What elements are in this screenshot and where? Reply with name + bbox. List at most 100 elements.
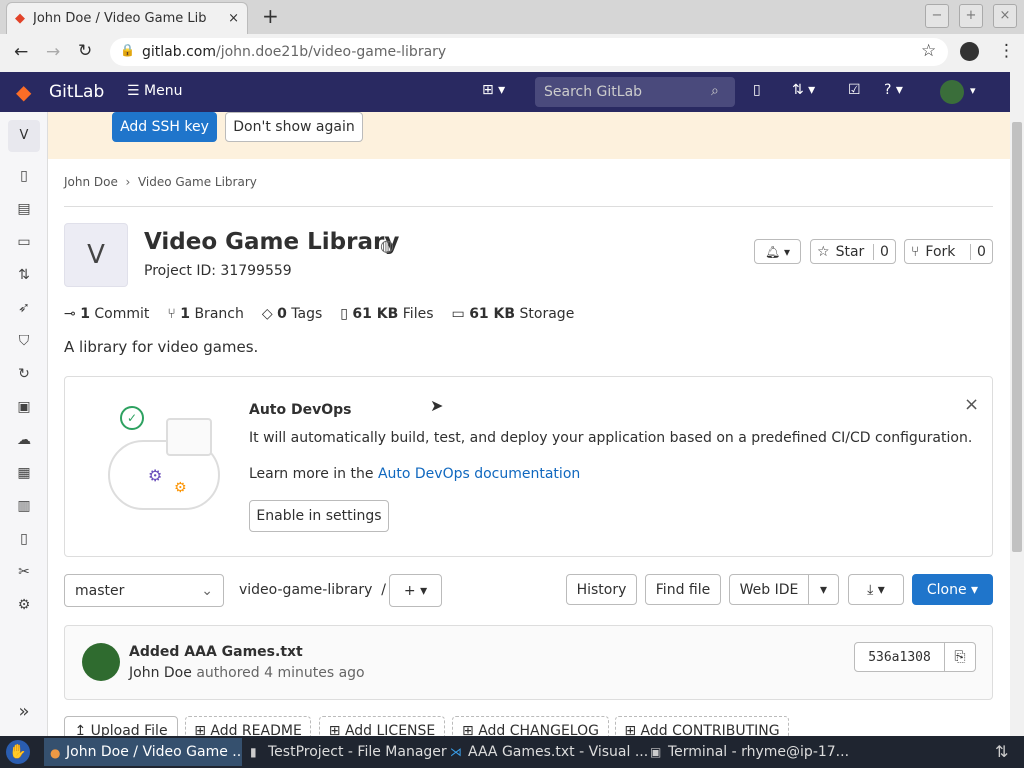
page-scrollbar[interactable] <box>1010 72 1024 736</box>
repo-path: video-game-library / <box>239 582 386 598</box>
infrastructure-icon[interactable]: ☁ <box>14 430 34 450</box>
start-menu-icon[interactable]: ✋ <box>6 740 30 764</box>
help-icon[interactable]: ? ▾ <box>884 82 903 98</box>
download-dropdown[interactable]: ⤓ ▾ <box>848 574 904 605</box>
scrollbar-thumb[interactable] <box>1012 122 1022 552</box>
merge-requests-icon[interactable]: ⇅ ▾ <box>792 82 815 98</box>
snippets-icon[interactable]: ✂ <box>14 562 34 582</box>
create-new-icon[interactable]: ⊞ ▾ <box>482 82 505 98</box>
user-avatar[interactable] <box>940 80 964 104</box>
gitlab-favicon-icon: ◆ <box>15 11 25 26</box>
deployments-icon[interactable]: ↻ <box>14 364 34 384</box>
commit-meta: John Doe authored 4 minutes ago <box>129 665 365 681</box>
devops-title: Auto DevOps <box>249 402 352 418</box>
branch-selector[interactable]: master ⌄ <box>64 574 224 607</box>
packages-icon[interactable]: ▦ <box>14 463 34 483</box>
project-description: A library for video games. <box>64 338 259 356</box>
ci-cd-icon[interactable]: ➶ <box>14 298 34 318</box>
analytics-icon[interactable]: ▥ <box>14 496 34 516</box>
fork-icon: ⑂ <box>911 243 920 260</box>
add-file-dropdown[interactable]: + ▾ <box>389 574 442 607</box>
clone-button[interactable]: Clone ▾ <box>912 574 993 605</box>
star-count[interactable]: 0 <box>873 243 895 260</box>
menu-button[interactable]: ☰ Menu <box>127 83 182 99</box>
commit-author[interactable]: John Doe <box>129 665 192 681</box>
security-icon[interactable]: ⛉ <box>14 331 34 351</box>
fork-count[interactable]: 0 <box>970 243 992 260</box>
minimize-button[interactable]: − <box>925 4 949 28</box>
lock-icon: 🔒 <box>120 43 135 57</box>
todos-icon[interactable]: ☑ <box>848 82 861 98</box>
wiki-icon[interactable]: ▯ <box>14 529 34 549</box>
breadcrumb-project[interactable]: Video Game Library <box>138 175 257 189</box>
web-ide-dropdown[interactable]: ▾ <box>808 574 839 605</box>
issues-icon[interactable]: ▯ <box>753 82 761 98</box>
author-avatar[interactable] <box>82 643 120 681</box>
taskbar-item-file-manager[interactable]: TestProject - File Manager <box>246 738 447 766</box>
devops-illustration: ✓ ⚙ ⚙ <box>108 400 223 510</box>
forward-icon[interactable]: → <box>46 42 60 62</box>
issues-icon[interactable]: ▭ <box>14 232 34 252</box>
devops-text: It will automatically build, test, and d… <box>249 430 973 446</box>
fork-button[interactable]: ⑂ Fork 0 <box>904 239 993 264</box>
monitor-icon[interactable]: ▣ <box>14 397 34 417</box>
reload-icon[interactable]: ↻ <box>78 41 92 61</box>
breadcrumb-john-doe[interactable]: John Doe <box>64 175 118 189</box>
folder-icon: ▮ <box>250 745 257 759</box>
merge-requests-icon[interactable]: ⇅ <box>14 265 34 285</box>
enable-in-settings-button[interactable]: Enable in settings <box>249 500 389 532</box>
public-globe-icon: ◍ <box>380 236 394 255</box>
gitlab-logo-icon[interactable]: ◆ <box>16 80 31 104</box>
chevron-down-icon: ⌄ <box>201 582 213 599</box>
commits-link[interactable]: ⊸ 1 Commit <box>64 306 149 322</box>
vscode-icon: ⋊ <box>450 745 462 759</box>
taskbar-item-terminal[interactable]: Terminal - rhyme@ip-17... <box>646 738 849 766</box>
taskbar-item-vscode[interactable]: AAA Games.txt - Visual ... <box>446 738 648 766</box>
close-icon[interactable]: × <box>964 394 979 415</box>
devops-docs-link[interactable]: Auto DevOps documentation <box>378 466 580 482</box>
taskbar-item-browser[interactable]: John Doe / Video Game ... <box>44 738 242 766</box>
history-button[interactable]: History <box>566 574 637 605</box>
commit-sha[interactable]: 536a1308 <box>854 642 945 672</box>
repository-icon[interactable]: ▤ <box>14 199 34 219</box>
chrome-icon: ● <box>50 746 61 760</box>
search-input[interactable]: Search GitLab <box>535 77 735 107</box>
back-icon[interactable]: ← <box>14 42 28 62</box>
bell-icon: 🔔︎ ▾ <box>764 244 791 259</box>
devops-learn: Learn more in the Auto DevOps documentat… <box>249 466 581 482</box>
project-overview-icon[interactable]: ▯ <box>14 166 34 186</box>
find-file-button[interactable]: Find file <box>645 574 721 605</box>
chevron-down-icon[interactable]: ▾ <box>970 84 976 97</box>
repo-path-link[interactable]: video-game-library <box>239 582 372 598</box>
profile-icon[interactable] <box>960 42 979 61</box>
commit-message[interactable]: Added AAA Games.txt <box>129 644 303 660</box>
breadcrumb: John Doe › Video Game Library <box>64 175 257 189</box>
settings-gear-icon[interactable]: ⚙ <box>14 595 34 615</box>
address-bar[interactable]: gitlab.com/john.doe21b/video-game-librar… <box>110 38 948 66</box>
dont-show-again-button[interactable]: Don't show again <box>225 112 363 142</box>
bookmark-star-icon[interactable]: ☆ <box>921 41 936 61</box>
close-tab-icon[interactable]: × <box>228 11 239 26</box>
branches-link[interactable]: ⑂ 1 Branch <box>167 306 243 322</box>
gitlab-logo-text[interactable]: GitLab <box>49 82 104 102</box>
star-button[interactable]: ☆ Star 0 <box>810 239 896 264</box>
copy-sha-icon[interactable]: ⎘ <box>944 642 976 672</box>
web-ide-button[interactable]: Web IDE <box>729 574 809 605</box>
search-icon: ⌕ <box>711 83 719 99</box>
add-ssh-key-button[interactable]: Add SSH key <box>112 112 217 142</box>
close-window-button[interactable]: × <box>993 4 1017 28</box>
star-icon: ☆ <box>817 243 830 260</box>
page-title: Video Game Library <box>144 229 400 255</box>
terminal-icon: ▣ <box>650 745 662 759</box>
maximize-button[interactable]: + <box>959 4 983 28</box>
network-icon[interactable]: ⇅ <box>995 742 1008 761</box>
storage-link[interactable]: ▭ 61 KB Storage <box>452 306 575 322</box>
expand-sidebar-icon[interactable]: » <box>14 702 34 722</box>
new-tab-button[interactable]: + <box>262 4 279 28</box>
tags-link[interactable]: ◇ 0 Tags <box>262 306 322 322</box>
notification-bell-dropdown[interactable]: 🔔︎ ▾ <box>754 239 801 264</box>
files-link[interactable]: ▯ 61 KB Files <box>340 306 433 322</box>
sidebar-project-avatar[interactable]: V <box>8 120 40 152</box>
browser-menu-icon[interactable]: ⋮ <box>998 41 1015 61</box>
browser-tab[interactable]: ◆ John Doe / Video Game Lib × <box>6 2 248 34</box>
